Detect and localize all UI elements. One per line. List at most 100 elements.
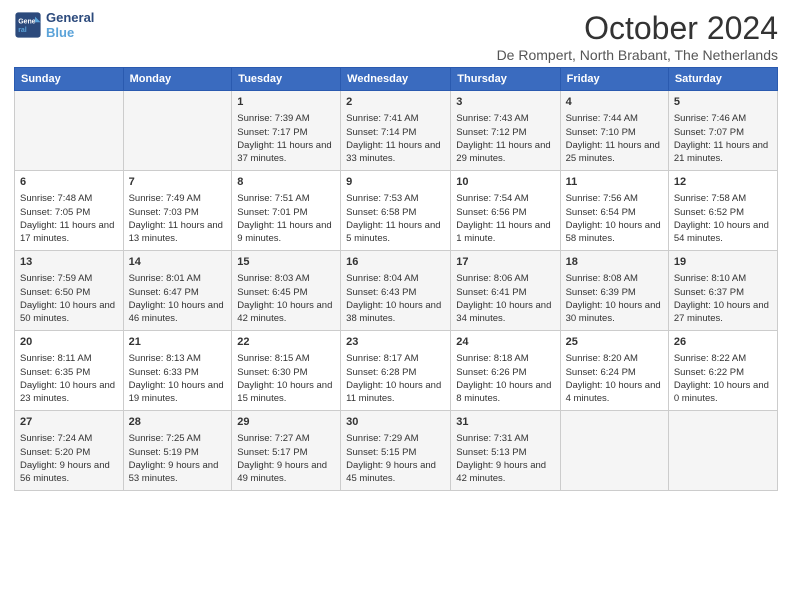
calendar-cell: 8Sunrise: 7:51 AMSunset: 7:01 PMDaylight…	[232, 171, 341, 251]
calendar-cell: 13Sunrise: 7:59 AMSunset: 6:50 PMDayligh…	[15, 251, 124, 331]
day-number: 14	[129, 255, 227, 270]
cell-text: Sunrise: 7:51 AM	[237, 192, 335, 205]
cell-text: Sunrise: 8:15 AM	[237, 352, 335, 365]
day-number: 21	[129, 335, 227, 350]
svg-text:ral: ral	[18, 27, 27, 34]
cell-text: Daylight: 10 hours and 4 minutes.	[566, 379, 663, 406]
header: Gene- ral General Blue October 2024 De R…	[14, 10, 778, 63]
day-number: 1	[237, 95, 335, 110]
cell-text: Sunset: 6:45 PM	[237, 286, 335, 299]
calendar-cell: 28Sunrise: 7:25 AMSunset: 5:19 PMDayligh…	[123, 411, 232, 491]
cell-text: Sunrise: 8:08 AM	[566, 272, 663, 285]
calendar-cell: 20Sunrise: 8:11 AMSunset: 6:35 PMDayligh…	[15, 331, 124, 411]
cell-text: Daylight: 10 hours and 0 minutes.	[674, 379, 772, 406]
cell-text: Daylight: 9 hours and 56 minutes.	[20, 459, 118, 486]
day-number: 5	[674, 95, 772, 110]
calendar-cell: 31Sunrise: 7:31 AMSunset: 5:13 PMDayligh…	[451, 411, 560, 491]
cell-text: Sunset: 5:13 PM	[456, 446, 554, 459]
title-section: October 2024 De Rompert, North Brabant, …	[497, 10, 778, 63]
cell-text: Sunset: 5:19 PM	[129, 446, 227, 459]
cell-text: Sunrise: 8:22 AM	[674, 352, 772, 365]
cell-text: Sunrise: 7:27 AM	[237, 432, 335, 445]
calendar-cell	[560, 411, 668, 491]
day-number: 10	[456, 175, 554, 190]
col-header-friday: Friday	[560, 68, 668, 91]
cell-text: Sunrise: 7:58 AM	[674, 192, 772, 205]
cell-text: Daylight: 10 hours and 8 minutes.	[456, 379, 554, 406]
cell-text: Sunrise: 7:41 AM	[346, 112, 445, 125]
logo-icon: Gene- ral	[14, 11, 42, 39]
col-header-sunday: Sunday	[15, 68, 124, 91]
cell-text: Daylight: 10 hours and 34 minutes.	[456, 299, 554, 326]
day-number: 28	[129, 415, 227, 430]
cell-text: Sunset: 5:20 PM	[20, 446, 118, 459]
cell-text: Sunrise: 7:46 AM	[674, 112, 772, 125]
calendar-cell: 17Sunrise: 8:06 AMSunset: 6:41 PMDayligh…	[451, 251, 560, 331]
cell-text: Sunset: 6:50 PM	[20, 286, 118, 299]
day-number: 13	[20, 255, 118, 270]
cell-text: Daylight: 9 hours and 42 minutes.	[456, 459, 554, 486]
cell-text: Daylight: 10 hours and 46 minutes.	[129, 299, 227, 326]
calendar-cell: 22Sunrise: 8:15 AMSunset: 6:30 PMDayligh…	[232, 331, 341, 411]
week-row-3: 13 Sunrise: 7:59 AMSunset: 6:50 PM Dayligh…	[15, 251, 778, 331]
day-number: 11	[566, 175, 663, 190]
cell-text: Daylight: 11 hours and 9 minutes.	[237, 219, 335, 246]
calendar-cell: 21Sunrise: 8:13 AMSunset: 6:33 PMDayligh…	[123, 331, 232, 411]
day-number: 4	[566, 95, 663, 110]
calendar-cell: 14Sunrise: 8:01 AMSunset: 6:47 PMDayligh…	[123, 251, 232, 331]
calendar-cell: 15 Sunrise: 8:03 AMSunset: 6:45 PMDayligh…	[232, 251, 341, 331]
cell-text: Sunset: 6:37 PM	[674, 286, 772, 299]
calendar-cell: 3Sunrise: 7:43 AMSunset: 7:12 PMDaylight…	[451, 91, 560, 171]
cell-text: Sunrise: 7:56 AM	[566, 192, 663, 205]
calendar-cell: 30Sunrise: 7:29 AMSunset: 5:15 PMDayligh…	[341, 411, 451, 491]
calendar-cell: 1Sunrise: 7:39 AMSunset: 7:17 PMDaylight…	[232, 91, 341, 171]
cell-text: Sunset: 6:24 PM	[566, 366, 663, 379]
calendar-cell: 4Sunrise: 7:44 AMSunset: 7:10 PMDaylight…	[560, 91, 668, 171]
cell-text: Sunrise: 8:11 AM	[20, 352, 118, 365]
header-row: SundayMondayTuesdayWednesdayThursdayFrid…	[15, 68, 778, 91]
cell-text: Daylight: 10 hours and 42 minutes.	[237, 299, 335, 326]
cell-text: Sunset: 6:56 PM	[456, 206, 554, 219]
cell-text: Sunrise: 7:59 AM	[20, 272, 118, 285]
calendar-cell	[123, 91, 232, 171]
calendar-cell: 6Sunrise: 7:48 AMSunset: 7:05 PMDaylight…	[15, 171, 124, 251]
cell-text: Sunset: 6:52 PM	[674, 206, 772, 219]
cell-text: Sunset: 6:33 PM	[129, 366, 227, 379]
week-row-5: 27Sunrise: 7:24 AMSunset: 5:20 PMDayligh…	[15, 411, 778, 491]
cell-text: Sunrise: 7:54 AM	[456, 192, 554, 205]
cell-text: Sunset: 6:47 PM	[129, 286, 227, 299]
cell-text: Sunrise: 8:20 AM	[566, 352, 663, 365]
week-row-4: 20Sunrise: 8:11 AMSunset: 6:35 PMDayligh…	[15, 331, 778, 411]
col-header-monday: Monday	[123, 68, 232, 91]
cell-text: Sunrise: 8:04 AM	[346, 272, 445, 285]
cell-text: Sunrise: 7:25 AM	[129, 432, 227, 445]
day-number: 8	[237, 175, 335, 190]
cell-text: Daylight: 11 hours and 17 minutes.	[20, 219, 118, 246]
day-number: 20	[20, 335, 118, 350]
calendar-cell: 7Sunrise: 7:49 AMSunset: 7:03 PMDaylight…	[123, 171, 232, 251]
cell-text: Sunrise: 8:13 AM	[129, 352, 227, 365]
cell-text: Daylight: 9 hours and 49 minutes.	[237, 459, 335, 486]
calendar-cell: 29Sunrise: 7:27 AMSunset: 5:17 PMDayligh…	[232, 411, 341, 491]
day-number: 16	[346, 255, 445, 270]
calendar-cell: 2Sunrise: 7:41 AMSunset: 7:14 PMDaylight…	[341, 91, 451, 171]
cell-text: Sunrise: 7:31 AM	[456, 432, 554, 445]
cell-text: Sunset: 7:05 PM	[20, 206, 118, 219]
cell-text: Daylight: 11 hours and 1 minute.	[456, 219, 554, 246]
cell-text: Daylight: 11 hours and 29 minutes.	[456, 139, 554, 166]
day-number: 2	[346, 95, 445, 110]
day-number: 30	[346, 415, 445, 430]
cell-text: Sunrise: 8:03 AM	[237, 272, 335, 285]
day-number: 29	[237, 415, 335, 430]
cell-text: Daylight: 10 hours and 23 minutes.	[20, 379, 118, 406]
cell-text: Daylight: 10 hours and 38 minutes.	[346, 299, 445, 326]
calendar-cell: 18Sunrise: 8:08 AMSunset: 6:39 PMDayligh…	[560, 251, 668, 331]
location-subtitle: De Rompert, North Brabant, The Netherlan…	[497, 47, 778, 63]
cell-text: Daylight: 10 hours and 15 minutes.	[237, 379, 335, 406]
calendar-cell: 25Sunrise: 8:20 AMSunset: 6:24 PMDayligh…	[560, 331, 668, 411]
day-number: 15	[237, 255, 335, 270]
cell-text: Sunset: 7:12 PM	[456, 126, 554, 139]
cell-text: Daylight: 9 hours and 45 minutes.	[346, 459, 445, 486]
col-header-tuesday: Tuesday	[232, 68, 341, 91]
month-title: October 2024	[497, 10, 778, 47]
